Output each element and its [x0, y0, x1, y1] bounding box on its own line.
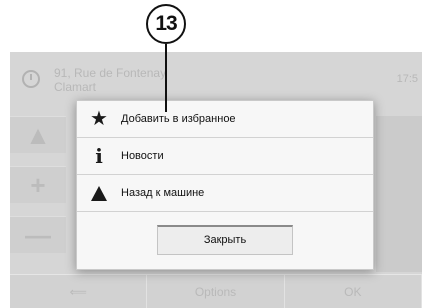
back-button[interactable]: ⟸: [10, 275, 148, 308]
context-menu-popup: ★ Добавить в избранное i Новости Назад к…: [76, 100, 374, 270]
address-street: 91, Rue de Fontenay: [54, 66, 167, 80]
popup-footer: Закрыть: [77, 212, 373, 267]
info-icon: i: [95, 144, 103, 168]
menu-item-label: Новости: [121, 150, 164, 162]
menu-item-news[interactable]: i Новости: [77, 138, 373, 175]
zoom-out-button[interactable]: —: [10, 216, 66, 253]
bottom-bar: ⟸ Options OK: [10, 274, 422, 308]
star-icon: ★: [90, 108, 108, 130]
options-button[interactable]: Options: [147, 275, 285, 308]
address-text: 91, Rue de Fontenay Clamart: [54, 66, 254, 94]
callout-leader-line: [165, 44, 167, 112]
ok-button[interactable]: OK: [285, 275, 422, 308]
plus-icon: +: [30, 169, 46, 200]
map-side-panel: [376, 116, 422, 272]
clock-icon: [22, 70, 40, 88]
map-up-button[interactable]: ▲: [10, 116, 66, 153]
chevron-up-icon: ▲: [25, 119, 51, 150]
clock-time: 17:5: [396, 73, 418, 85]
menu-item-back-to-car[interactable]: Назад к машине: [77, 175, 373, 212]
vehicle-arrow-icon: [77, 185, 121, 201]
minus-icon: —: [25, 219, 51, 250]
menu-item-label: Назад к машине: [121, 187, 205, 199]
address-city: Clamart: [54, 80, 97, 94]
zoom-in-button[interactable]: +: [10, 166, 66, 203]
close-button[interactable]: Закрыть: [157, 224, 293, 255]
callout-number-13: 13: [146, 4, 186, 44]
menu-item-label: Добавить в избранное: [121, 113, 236, 125]
menu-item-add-favorite[interactable]: ★ Добавить в избранное: [77, 101, 373, 138]
